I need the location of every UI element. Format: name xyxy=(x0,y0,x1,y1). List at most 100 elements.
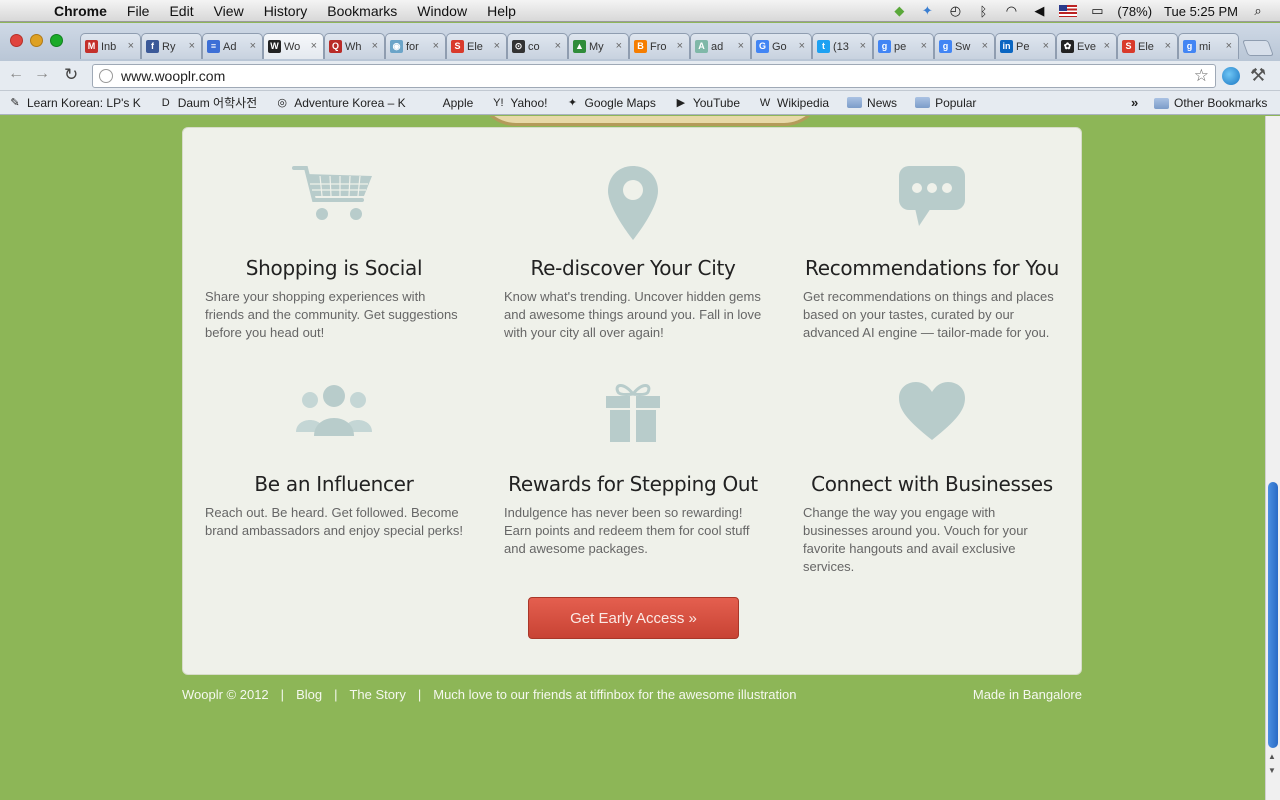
wifi-icon[interactable]: ◠ xyxy=(1003,3,1019,19)
bookmark-item[interactable]: Apple xyxy=(424,96,474,110)
menu-app-name[interactable]: Chrome xyxy=(54,3,107,19)
bookmark-item[interactable]: Popular xyxy=(915,96,976,110)
tab-close-icon[interactable]: × xyxy=(982,40,988,52)
tab-title: Ele xyxy=(1138,40,1154,53)
get-early-access-button[interactable]: Get Early Access » xyxy=(528,597,739,639)
feature-rewards: Rewards for Stepping Out Indulgence has … xyxy=(504,380,762,558)
browser-tab[interactable]: Aad × xyxy=(690,33,751,59)
tab-title: (13 xyxy=(833,40,849,53)
tab-close-icon[interactable]: × xyxy=(738,40,744,52)
scroll-down-arrow-icon[interactable]: ▼ xyxy=(1268,766,1276,775)
browser-tab[interactable]: Q Wh × xyxy=(324,33,385,59)
time-machine-icon[interactable]: ◴ xyxy=(947,3,963,19)
tab-close-icon[interactable]: × xyxy=(250,40,256,52)
tab-close-icon[interactable]: × xyxy=(799,40,805,52)
menu-history[interactable]: History xyxy=(264,3,308,19)
browser-tab[interactable]: f Ry × xyxy=(141,33,202,59)
bookmark-item[interactable]: ◎ Adventure Korea – K xyxy=(275,96,405,110)
new-tab-button[interactable] xyxy=(1242,40,1274,56)
browser-tab[interactable]: in Pe × xyxy=(995,33,1056,59)
footer: Wooplr © 2012 | Blog | The Story | Much … xyxy=(182,687,1082,702)
tab-close-icon[interactable]: × xyxy=(677,40,683,52)
browser-tab[interactable]: ≡ Ad × xyxy=(202,33,263,59)
browser-tab[interactable]: ✿ Eve × xyxy=(1056,33,1117,59)
bookmark-star-icon[interactable]: ☆ xyxy=(1194,66,1209,86)
reload-button[interactable]: ↻ xyxy=(64,65,78,85)
tab-title: My xyxy=(589,40,604,53)
footer-credit-link[interactable]: Much love to our friends at tiffinbox fo… xyxy=(433,687,796,702)
folder-icon xyxy=(1154,97,1169,109)
browser-tab[interactable]: M Inb × xyxy=(80,33,141,59)
tab-close-icon[interactable]: × xyxy=(433,40,439,52)
tab-close-icon[interactable]: × xyxy=(921,40,927,52)
macos-menubar: Chrome File Edit View History Bookmarks … xyxy=(0,0,1280,22)
back-button[interactable]: ← xyxy=(8,65,24,83)
browser-tab[interactable]: B Fro × xyxy=(629,33,690,59)
footer-blog-link[interactable]: Blog xyxy=(296,687,322,702)
battery-icon[interactable]: ▭ xyxy=(1089,3,1105,19)
window-minimize-button[interactable] xyxy=(30,34,43,47)
browser-tab[interactable]: g Sw × xyxy=(934,33,995,59)
wrench-menu-icon[interactable]: ⚒ xyxy=(1250,65,1266,86)
bookmark-item[interactable]: ✎ Learn Korean: LP's K xyxy=(8,96,140,110)
forward-button[interactable]: → xyxy=(34,65,50,83)
bookmarks-overflow-chevron[interactable]: » xyxy=(1131,95,1138,110)
tab-close-icon[interactable]: × xyxy=(1165,40,1171,52)
tab-close-icon[interactable]: × xyxy=(128,40,134,52)
tab-title: Ele xyxy=(467,40,483,53)
dropbox-tray-icon[interactable]: ✦ xyxy=(919,3,935,19)
tab-close-icon[interactable]: × xyxy=(555,40,561,52)
tab-favicon-icon: M xyxy=(85,40,98,53)
bookmark-item[interactable]: ▶ YouTube xyxy=(674,96,740,110)
scrollbar-thumb[interactable] xyxy=(1268,482,1278,748)
tab-title: Go xyxy=(772,40,787,53)
tab-close-icon[interactable]: × xyxy=(311,40,317,52)
menu-file[interactable]: File xyxy=(127,3,150,19)
window-close-button[interactable] xyxy=(10,34,23,47)
address-bar[interactable]: www.wooplr.com ☆ xyxy=(92,64,1216,88)
tab-close-icon[interactable]: × xyxy=(1043,40,1049,52)
menubar-clock[interactable]: Tue 5:25 PM xyxy=(1164,4,1238,19)
bluetooth-icon[interactable]: ᛒ xyxy=(975,4,991,19)
browser-tab[interactable]: g mi × xyxy=(1178,33,1239,59)
menu-view[interactable]: View xyxy=(214,3,244,19)
browser-tab[interactable]: t (13 × xyxy=(812,33,873,59)
bookmark-favicon-icon: W xyxy=(759,96,771,109)
menu-edit[interactable]: Edit xyxy=(169,3,193,19)
tab-close-icon[interactable]: × xyxy=(189,40,195,52)
window-zoom-button[interactable] xyxy=(50,34,63,47)
bookmark-item[interactable]: D Daum 어학사전 xyxy=(159,94,258,111)
footer-story-link[interactable]: The Story xyxy=(349,687,405,702)
tab-close-icon[interactable]: × xyxy=(860,40,866,52)
tab-favicon-icon: in xyxy=(1000,40,1013,53)
bookmark-item[interactable]: Y! Yahoo! xyxy=(491,96,547,110)
menu-bookmarks[interactable]: Bookmarks xyxy=(327,3,397,19)
input-source-flag-icon[interactable] xyxy=(1059,5,1078,17)
menu-window[interactable]: Window xyxy=(417,3,467,19)
other-bookmarks-folder[interactable]: Other Bookmarks xyxy=(1154,96,1267,110)
browser-tab[interactable]: ◉ for × xyxy=(385,33,446,59)
tab-close-icon[interactable]: × xyxy=(494,40,500,52)
browser-tab[interactable]: S Ele × xyxy=(1117,33,1178,59)
menu-help[interactable]: Help xyxy=(487,3,516,19)
page-scrollbar[interactable]: ▲ ▼ xyxy=(1265,116,1280,800)
browser-tab[interactable]: W Wo × xyxy=(263,33,324,59)
spotlight-search-icon[interactable]: ⌕ xyxy=(1250,3,1266,19)
tab-close-icon[interactable]: × xyxy=(1226,40,1232,52)
bookmark-item[interactable]: W Wikipedia xyxy=(758,96,829,110)
browser-tab[interactable]: ▲ My × xyxy=(568,33,629,59)
browser-tab[interactable]: g pe × xyxy=(873,33,934,59)
volume-icon[interactable]: ◀ xyxy=(1031,3,1047,19)
tab-close-icon[interactable]: × xyxy=(372,40,378,52)
address-text[interactable]: www.wooplr.com xyxy=(121,68,225,84)
browser-tab[interactable]: ⊙ co × xyxy=(507,33,568,59)
tab-close-icon[interactable]: × xyxy=(616,40,622,52)
browser-tab[interactable]: G Go × xyxy=(751,33,812,59)
tab-close-icon[interactable]: × xyxy=(1104,40,1110,52)
evernote-tray-icon[interactable]: ◆ xyxy=(891,3,907,19)
extension-globe-icon[interactable] xyxy=(1222,67,1240,85)
scroll-up-arrow-icon[interactable]: ▲ xyxy=(1268,752,1276,761)
browser-tab[interactable]: S Ele × xyxy=(446,33,507,59)
bookmark-item[interactable]: ✦ Google Maps xyxy=(565,96,656,110)
bookmark-item[interactable]: News xyxy=(847,96,897,110)
